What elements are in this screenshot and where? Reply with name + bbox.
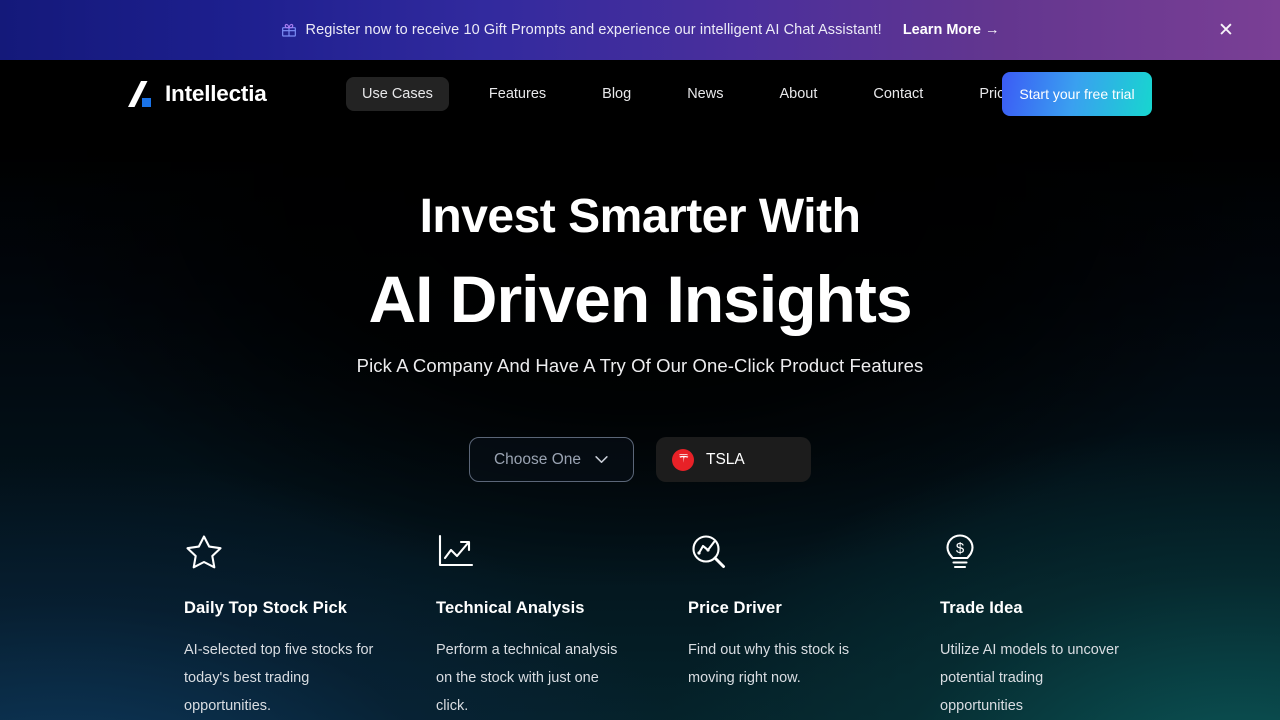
hero-subheadline: Pick A Company And Have A Try Of Our One… bbox=[356, 355, 924, 376]
nav-links: Use Cases Features Blog News About Conta… bbox=[346, 76, 1040, 111]
tesla-logo-icon bbox=[672, 448, 694, 471]
nav-item-news[interactable]: News bbox=[671, 77, 739, 111]
feature-cards: Daily Top Stock Pick AI-selected top fiv… bbox=[184, 532, 1184, 720]
promo-message: Register now to receive 10 Gift Prompts … bbox=[305, 22, 882, 38]
feature-title: Price Driver bbox=[688, 599, 782, 617]
star-outline-icon bbox=[184, 532, 436, 572]
feature-title: Trade Idea bbox=[940, 599, 1023, 617]
ticker-chip-tsla[interactable]: TSLA bbox=[656, 437, 811, 482]
start-free-trial-button[interactable]: Start your free trial bbox=[1002, 71, 1152, 116]
lightbulb-dollar-icon: $ bbox=[940, 532, 1192, 572]
choose-one-dropdown[interactable]: Choose One bbox=[469, 437, 634, 482]
close-banner-icon[interactable]: ✕ bbox=[1215, 19, 1237, 41]
feature-card-trade-idea[interactable]: $ Trade Idea Utilize AI models to uncove… bbox=[940, 532, 1192, 720]
hero-section: Invest Smarter With AI Driven Insights P… bbox=[0, 127, 1280, 720]
feature-description: Utilize AI models to uncover potential t… bbox=[940, 642, 1119, 714]
feature-title: Technical Analysis bbox=[436, 599, 585, 617]
chevron-down-icon bbox=[594, 455, 609, 464]
nav-item-features[interactable]: Features bbox=[473, 77, 562, 111]
feature-title: Daily Top Stock Pick bbox=[184, 599, 348, 617]
hero-headline-line2: AI Driven Insights bbox=[368, 262, 912, 336]
logo[interactable]: Intellectia bbox=[128, 80, 267, 107]
nav-item-blog[interactable]: Blog bbox=[586, 77, 647, 111]
learn-more-link[interactable]: Learn More → bbox=[903, 22, 1000, 38]
nav-item-about[interactable]: About bbox=[763, 77, 833, 111]
promo-banner-content: Register now to receive 10 Gift Prompts … bbox=[281, 22, 1000, 38]
ticker-symbol-label: TSLA bbox=[706, 450, 745, 468]
feature-description: Perform a technical analysis on the stoc… bbox=[436, 642, 618, 714]
nav-item-contact[interactable]: Contact bbox=[857, 77, 939, 111]
feature-card-daily-top-stock-pick[interactable]: Daily Top Stock Pick AI-selected top fiv… bbox=[184, 532, 436, 720]
top-navigation-bar: Intellectia Use Cases Features Blog News… bbox=[0, 60, 1280, 127]
magnifier-chart-icon bbox=[688, 532, 940, 572]
company-selector-row: Choose One TSLA bbox=[0, 437, 1280, 482]
logo-text: Intellectia bbox=[165, 80, 267, 106]
svg-text:$: $ bbox=[956, 540, 965, 557]
feature-description: AI-selected top five stocks for today's … bbox=[184, 642, 374, 714]
promo-banner: Register now to receive 10 Gift Prompts … bbox=[0, 0, 1280, 60]
gift-icon bbox=[281, 22, 297, 38]
hero-headline-line1: Invest Smarter With bbox=[419, 190, 861, 243]
logo-mark-icon bbox=[128, 80, 158, 107]
feature-card-price-driver[interactable]: Price Driver Find out why this stock is … bbox=[688, 532, 940, 720]
nav-item-use-cases[interactable]: Use Cases bbox=[346, 76, 449, 111]
choose-one-label: Choose One bbox=[493, 450, 582, 468]
feature-card-technical-analysis[interactable]: Technical Analysis Perform a technical a… bbox=[436, 532, 688, 720]
page-root: Register now to receive 10 Gift Prompts … bbox=[0, 0, 1280, 720]
trending-up-chart-icon bbox=[436, 532, 688, 572]
feature-description: Find out why this stock is moving right … bbox=[688, 642, 850, 686]
